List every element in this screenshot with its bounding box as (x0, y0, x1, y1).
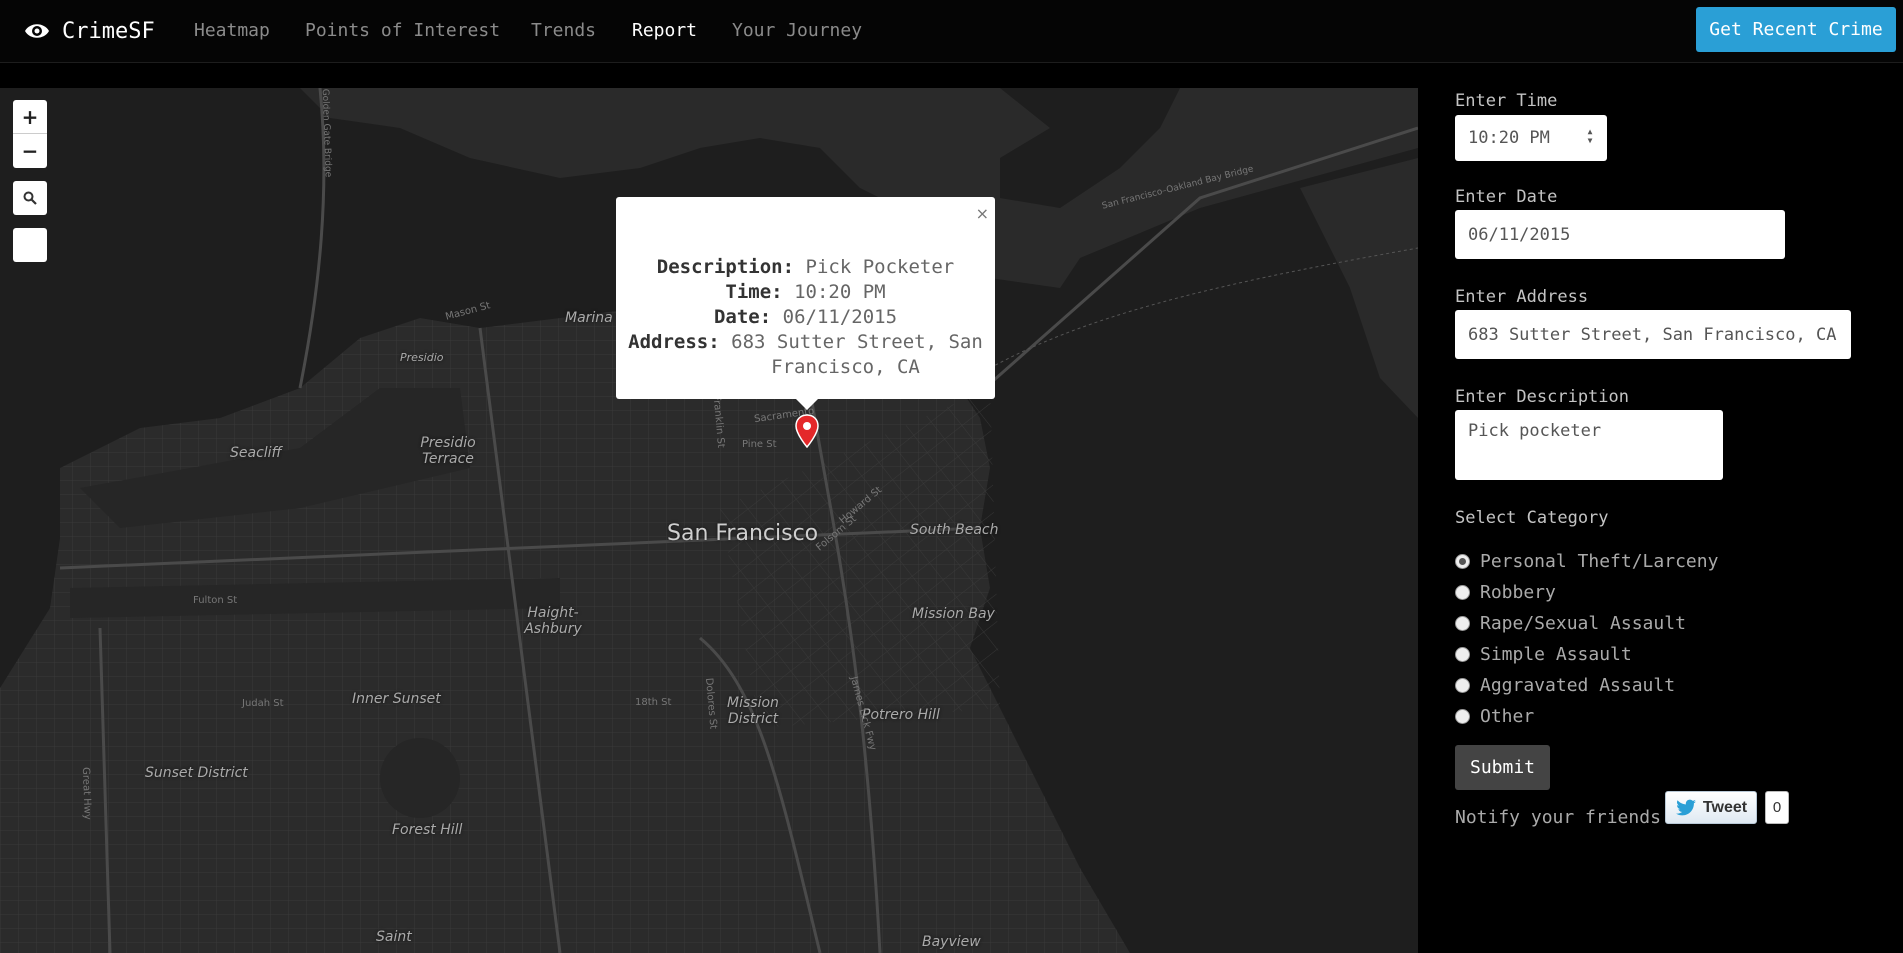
map-search-button[interactable] (13, 181, 47, 215)
time-spinner-icon[interactable]: ▲ ▼ (1585, 127, 1595, 145)
popup-date-label: Date: (713, 306, 772, 328)
popup-time-label: Time: (725, 281, 783, 303)
map-label-presidio-terrace: Presidio Terrace (420, 435, 476, 467)
map-label-mission-bay: Mission Bay (912, 606, 995, 622)
zoom-out-button[interactable]: − (13, 134, 47, 168)
radio-icon[interactable] (1455, 616, 1470, 631)
date-value: 06/11/2015 (1468, 224, 1571, 245)
street-label: Fulton St (193, 595, 238, 606)
map-layer-button[interactable] (13, 228, 47, 262)
category-option-other[interactable]: Other (1455, 706, 1534, 727)
top-navbar: CrimeSF Heatmap Points of Interest Trend… (0, 0, 1903, 63)
popup-date-row: Date: 06/11/2015 (616, 305, 995, 330)
date-label: Enter Date (1455, 187, 1558, 207)
popup-description-value: Pick Pocketer (805, 256, 955, 278)
description-textarea[interactable]: Pick pocketer (1455, 410, 1723, 480)
map-label-presidio: Presidio (400, 351, 444, 364)
brand-name: CrimeSF (62, 18, 155, 44)
address-label: Enter Address (1455, 287, 1589, 307)
popup-description-label: Description: (656, 256, 795, 278)
map-label-forest-hill: Forest Hill (392, 822, 463, 838)
map-label-seacliff: Seacliff (230, 445, 282, 461)
zoom-control: + − (13, 100, 47, 168)
map-label-san-francisco: San Francisco (667, 521, 819, 546)
street-label: Great Hwy (79, 767, 93, 820)
radio-icon[interactable] (1455, 585, 1470, 600)
brand[interactable]: CrimeSF (24, 16, 155, 46)
map-label-mission-district: Mission District (727, 695, 779, 727)
radio-icon[interactable] (1455, 678, 1470, 693)
notify-text: Notify your friends (1455, 807, 1661, 828)
get-recent-crime-button[interactable]: Get Recent Crime (1696, 7, 1896, 52)
nav-trends[interactable]: Trends (531, 20, 596, 41)
map-label-potrero-hill: Potrero Hill (862, 707, 940, 723)
category-option-label: Simple Assault (1480, 644, 1632, 665)
search-icon (23, 191, 37, 205)
street-label: Judah St (242, 698, 284, 709)
time-input[interactable]: 10:20 PM ▲ ▼ (1455, 115, 1607, 161)
address-value: 683 Sutter Street, San Francisco, CA (1468, 324, 1837, 345)
zoom-in-button[interactable]: + (13, 100, 47, 134)
map-label-haight-ashbury: Haight-Ashbury (524, 605, 582, 637)
category-option-aggravated-assault[interactable]: Aggravated Assault (1455, 675, 1675, 696)
popup-tip (795, 398, 819, 410)
map-label-bayview: Bayview (922, 934, 981, 950)
popup-address-value-2: Francisco, CA (771, 356, 920, 378)
description-value: Pick pocketer (1468, 421, 1602, 441)
tweet-label: Tweet (1702, 798, 1748, 816)
category-option-label: Robbery (1480, 582, 1556, 603)
description-label: Enter Description (1455, 387, 1629, 407)
map-label-inner-sunset: Inner Sunset (352, 691, 441, 707)
report-form: Enter Time 10:20 PM ▲ ▼ Enter Date 06/11/… (1418, 63, 1903, 953)
street-label: 18th St (635, 697, 672, 708)
category-option-robbery[interactable]: Robbery (1455, 582, 1556, 603)
map-label-marina: Marina (565, 310, 613, 326)
nav-points-of-interest[interactable]: Points of Interest (305, 20, 500, 41)
popup-address-label: Address: (628, 331, 720, 353)
category-option-label: Aggravated Assault (1480, 675, 1676, 696)
popup-address-row-2: Francisco, CA (616, 355, 995, 380)
street-label: Pine St (742, 439, 777, 450)
popup-time-value: 10:20 PM (794, 281, 886, 303)
nav-heatmap[interactable]: Heatmap (194, 20, 270, 41)
crime-popup: × Description: Pick Pocketer Time: 10:20… (616, 197, 995, 399)
radio-icon[interactable] (1455, 554, 1470, 569)
category-option-personal-theft[interactable]: Personal Theft/Larceny (1455, 551, 1718, 572)
map-label-sunset-district: Sunset District (145, 765, 248, 781)
submit-button[interactable]: Submit (1455, 745, 1550, 790)
category-option-rape-sexual-assault[interactable]: Rape/Sexual Assault (1455, 613, 1686, 634)
map-label-south-beach: South Beach (910, 522, 999, 538)
popup-time-row: Time: 10:20 PM (616, 280, 995, 305)
time-value: 10:20 PM (1468, 128, 1550, 148)
category-option-label: Rape/Sexual Assault (1480, 613, 1686, 634)
popup-close-button[interactable]: × (976, 201, 989, 226)
nav-your-journey[interactable]: Your Journey (732, 20, 862, 41)
twitter-bird-icon (1676, 799, 1696, 815)
nav-report[interactable]: Report (632, 20, 697, 41)
date-input[interactable]: 06/11/2015 (1455, 210, 1785, 259)
radio-icon[interactable] (1455, 709, 1470, 724)
popup-description-row: Description: Pick Pocketer (616, 255, 995, 280)
popup-address-value: 683 Sutter Street, San (731, 331, 983, 353)
tweet-button[interactable]: Tweet (1665, 791, 1757, 824)
category-option-simple-assault[interactable]: Simple Assault (1455, 644, 1632, 665)
map-label-saint: Saint (376, 929, 412, 945)
category-option-label: Personal Theft/Larceny (1480, 551, 1719, 572)
category-option-label: Other (1480, 706, 1535, 727)
popup-address-row: Address: 683 Sutter Street, San (616, 330, 995, 355)
category-label: Select Category (1455, 508, 1609, 528)
popup-date-value: 06/11/2015 (782, 306, 898, 328)
tweet-count: 0 (1765, 791, 1789, 824)
address-input[interactable]: 683 Sutter Street, San Francisco, CA (1455, 310, 1851, 359)
radio-icon[interactable] (1455, 647, 1470, 662)
time-label: Enter Time (1455, 91, 1558, 111)
eye-icon (25, 24, 49, 38)
map-pin-icon[interactable] (795, 414, 819, 448)
